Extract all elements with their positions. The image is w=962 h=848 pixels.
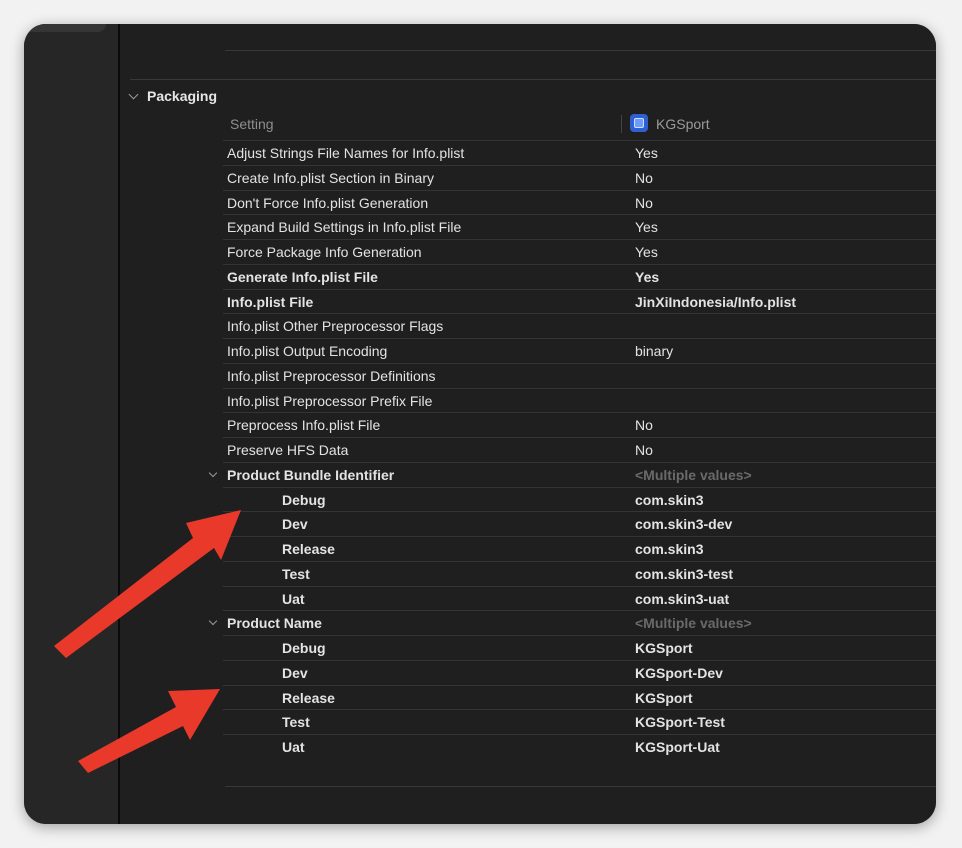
setting-name: Dev	[282, 664, 308, 681]
divider	[130, 79, 936, 80]
setting-value[interactable]: No	[635, 417, 653, 433]
chevron-down-icon[interactable]	[128, 89, 139, 100]
setting-value[interactable]: binary	[635, 343, 673, 359]
settings-row[interactable]: Adjust Strings File Names for Info.plist…	[223, 140, 936, 165]
setting-value[interactable]: Yes	[635, 145, 658, 161]
setting-value[interactable]: com.skin3-dev	[635, 516, 732, 532]
settings-group-row[interactable]: Product Bundle Identifier <Multiple value…	[208, 461, 936, 487]
column-target-label[interactable]: KGSport	[656, 116, 710, 132]
app-target-icon	[630, 114, 648, 132]
setting-name: Release	[282, 689, 335, 706]
settings-config-row[interactable]: Dev KGSport-Dev	[223, 659, 936, 685]
setting-name: Info.plist Output Encoding	[227, 343, 388, 359]
setting-name: Preserve HFS Data	[227, 442, 349, 458]
setting-name: Expand Build Settings in Info.plist File	[227, 219, 462, 236]
setting-name: Product Name	[227, 615, 322, 632]
settings-config-row[interactable]: Test KGSport-Test	[223, 709, 936, 734]
settings-row[interactable]: Force Package Info Generation Yes	[223, 239, 936, 264]
setting-value[interactable]: com.skin3-uat	[635, 591, 729, 607]
settings-row[interactable]: Expand Build Settings in Info.plist File…	[223, 214, 936, 239]
settings-config-row[interactable]: Dev com.skin3-dev	[223, 511, 936, 536]
setting-value[interactable]: Yes	[635, 219, 658, 235]
settings-row[interactable]: Generate Info.plist File Yes	[223, 263, 936, 289]
navigator-tab[interactable]	[24, 24, 106, 32]
setting-name: Create Info.plist Section in Binary	[227, 169, 434, 186]
setting-name: Debug	[282, 491, 326, 508]
settings-row[interactable]: Create Info.plist Section in Binary No	[223, 164, 936, 190]
setting-value[interactable]: No	[635, 195, 653, 211]
settings-config-row[interactable]: Test com.skin3-test	[223, 560, 936, 586]
section-packaging[interactable]: Packaging	[126, 86, 217, 106]
setting-name: Don't Force Info.plist Generation	[227, 194, 429, 211]
settings-row[interactable]: Info.plist Output Encoding binary	[223, 338, 936, 363]
setting-name: Uat	[282, 739, 305, 755]
setting-value[interactable]: com.skin3	[635, 492, 703, 508]
setting-name: Generate Info.plist File	[227, 268, 378, 285]
setting-value[interactable]: KGSport-Test	[635, 714, 725, 730]
settings-config-row[interactable]: Release com.skin3	[223, 536, 936, 561]
setting-name: Dev	[282, 516, 308, 533]
setting-value[interactable]: JinXiIndonesia/Info.plist	[635, 294, 796, 310]
chevron-down-icon[interactable]	[208, 617, 218, 626]
setting-value[interactable]: Yes	[635, 244, 658, 260]
build-settings-pane: Packaging Setting KGSport Adjust Strings…	[120, 24, 936, 824]
divider	[225, 50, 936, 51]
section-title: Packaging	[147, 88, 218, 104]
chevron-down-icon[interactable]	[208, 468, 218, 477]
column-divider	[621, 115, 622, 133]
setting-value[interactable]: KGSport	[635, 640, 693, 656]
setting-value[interactable]: Yes	[635, 269, 659, 285]
settings-config-row[interactable]: Uat com.skin3-uat	[223, 585, 936, 611]
settings-row[interactable]: Info.plist File JinXiIndonesia/Info.plist	[223, 288, 936, 314]
navigator-pane	[24, 24, 118, 824]
setting-name: Adjust Strings File Names for Info.plist	[227, 145, 465, 161]
setting-value[interactable]: com.skin3-test	[635, 566, 733, 582]
settings-group-row[interactable]: Product Name <Multiple values>	[208, 610, 936, 635]
setting-name: Preprocess Info.plist File	[227, 417, 381, 434]
setting-value[interactable]: <Multiple values>	[635, 467, 752, 483]
settings-row[interactable]: Don't Force Info.plist Generation No	[223, 189, 936, 215]
setting-name: Force Package Info Generation	[227, 244, 422, 260]
setting-value[interactable]: No	[635, 170, 653, 186]
setting-value[interactable]: No	[635, 442, 653, 458]
setting-name: Test	[282, 714, 310, 731]
setting-value[interactable]: KGSport	[635, 690, 693, 706]
xcode-build-settings-window: Packaging Setting KGSport Adjust Strings…	[24, 24, 936, 824]
settings-row[interactable]: Info.plist Preprocessor Prefix File	[223, 387, 936, 413]
setting-value[interactable]: KGSport-Uat	[635, 739, 720, 755]
setting-value[interactable]: com.skin3	[635, 541, 703, 557]
setting-name: Info.plist Other Preprocessor Flags	[227, 318, 444, 335]
settings-config-row[interactable]: Uat KGSport-Uat	[223, 734, 936, 759]
settings-row[interactable]: Info.plist Other Preprocessor Flags	[223, 313, 936, 338]
setting-name: Debug	[282, 640, 326, 656]
setting-name: Test	[282, 565, 310, 582]
column-setting-label[interactable]: Setting	[230, 116, 274, 132]
setting-name: Info.plist File	[227, 293, 314, 310]
setting-name: Info.plist Preprocessor Definitions	[227, 367, 436, 384]
setting-name: Product Bundle Identifier	[227, 466, 395, 483]
setting-name: Release	[282, 541, 335, 557]
settings-config-row[interactable]: Debug com.skin3	[223, 486, 936, 512]
column-header: Setting KGSport	[120, 113, 936, 137]
divider	[225, 786, 936, 787]
settings-row[interactable]: Info.plist Preprocessor Definitions	[223, 362, 936, 388]
setting-value[interactable]: KGSport-Dev	[635, 665, 723, 681]
settings-row[interactable]: Preprocess Info.plist File No	[223, 412, 936, 437]
setting-name: Uat	[282, 590, 305, 607]
settings-row[interactable]: Preserve HFS Data No	[223, 437, 936, 462]
setting-value[interactable]: <Multiple values>	[635, 615, 752, 631]
settings-config-row[interactable]: Release KGSport	[223, 684, 936, 710]
settings-config-row[interactable]: Debug KGSport	[223, 635, 936, 660]
setting-name: Info.plist Preprocessor Prefix File	[227, 392, 433, 409]
